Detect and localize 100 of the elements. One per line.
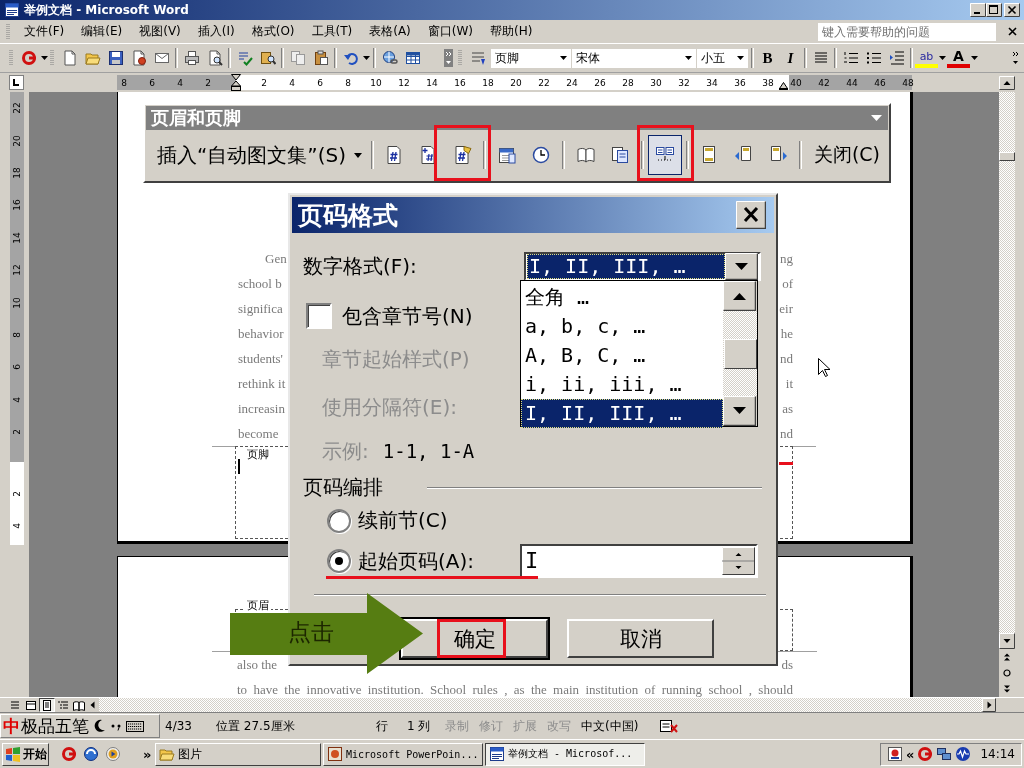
swirl-icon[interactable] [917, 746, 934, 762]
checkbox[interactable] [306, 303, 332, 329]
print-preview-icon[interactable] [206, 50, 223, 66]
number-format-list[interactable]: 全角 … a, b, c, … A, B, C, … i, ii, iii, … I, II, III, … [520, 280, 758, 427]
caret-icon[interactable] [363, 56, 370, 60]
double-up-arrow-icon[interactable] [1003, 653, 1011, 661]
radio-label[interactable]: 起始页码(A): [358, 547, 475, 575]
indent-marker-icon[interactable] [231, 74, 241, 91]
taskbar-button[interactable]: 举例文档 - Microsof... [485, 742, 645, 766]
grip-icon[interactable] [9, 49, 13, 67]
document-icon[interactable] [61, 50, 78, 66]
language-indicator[interactable]: 中文(中国) [581, 717, 659, 735]
menu-item[interactable]: 帮助(H) [482, 21, 541, 42]
caret-icon[interactable] [41, 56, 48, 60]
close-button[interactable]: 关闭(C) [805, 137, 888, 173]
grip-icon[interactable] [6, 22, 10, 41]
view-button[interactable] [23, 698, 39, 712]
expand-tray-button[interactable]: « [906, 746, 915, 762]
taskbar-button[interactable]: Microsoft PowerPoin... [323, 742, 483, 766]
indent-icon[interactable] [888, 50, 905, 66]
caret-icon[interactable] [560, 56, 567, 60]
spinner-icon[interactable] [722, 547, 755, 575]
book-search-icon[interactable] [259, 50, 276, 66]
list-item[interactable]: 全角 … [521, 283, 723, 312]
help-search-field[interactable]: 键入需要帮助的问题 [818, 22, 996, 41]
document-badge-icon[interactable] [130, 50, 147, 66]
audio-wave-icon[interactable] [955, 746, 972, 762]
more-button[interactable]: » [143, 746, 155, 762]
radio-label[interactable]: 续前节(C) [358, 507, 448, 534]
start-button[interactable]: 开始 [2, 742, 49, 766]
scrollbar-thumb[interactable] [999, 152, 1015, 161]
dialog-button[interactable]: 取消 [567, 619, 714, 658]
toolbar-options-icon[interactable] [1011, 49, 1020, 67]
list-item[interactable]: A, B, C, … [521, 341, 723, 370]
caret-icon[interactable] [685, 56, 692, 60]
menu-item[interactable]: 格式(O) [243, 21, 303, 42]
swirl-icon[interactable] [61, 746, 77, 762]
input-method-bar[interactable]: 中极品五笔 [0, 714, 160, 738]
font-dropdown[interactable]: 宋体 [572, 48, 696, 68]
scrollbar-thumb[interactable] [723, 338, 757, 369]
input-method-name[interactable]: 极品五笔 [21, 716, 89, 736]
number-format-dropdown[interactable]: I, II, III, … [524, 251, 761, 281]
menu-item[interactable]: 编辑(E) [73, 21, 131, 42]
spelling-status-icon[interactable] [659, 718, 679, 734]
font-size-dropdown[interactable]: 小五 [697, 48, 748, 68]
envelope-icon[interactable] [153, 50, 170, 66]
play-icon[interactable] [105, 746, 121, 762]
spelling-check-icon[interactable] [236, 50, 253, 66]
radio-button[interactable] [327, 549, 351, 573]
taskbar-button[interactable]: 图片 [155, 742, 321, 766]
font-color-button[interactable]: A [947, 48, 970, 68]
close-icon[interactable] [1004, 3, 1020, 17]
toolbar-button[interactable] [647, 135, 682, 175]
swirl-icon[interactable] [20, 50, 37, 66]
close-icon[interactable] [736, 201, 766, 229]
grip-icon[interactable] [458, 49, 462, 67]
printer-icon[interactable] [183, 50, 200, 66]
list-item[interactable]: a, b, c, … [521, 312, 723, 341]
list-item[interactable]: I, II, III, … [521, 399, 723, 428]
radio-button[interactable] [327, 508, 351, 533]
menu-item[interactable]: 窗口(W) [419, 21, 482, 42]
caret-icon[interactable] [971, 56, 978, 60]
tray-app-icon[interactable] [887, 746, 903, 762]
down-arrow-icon[interactable] [723, 396, 756, 426]
clipboard-icon[interactable] [312, 50, 329, 66]
network-icon[interactable] [936, 746, 953, 762]
italic-button[interactable]: I [779, 47, 802, 69]
menu-item[interactable]: 工具(T) [303, 21, 361, 42]
start-number-field[interactable]: I [520, 544, 758, 578]
dropdown-arrow-icon[interactable] [725, 252, 758, 280]
up-arrow-icon[interactable] [999, 75, 1015, 90]
grip-icon[interactable] [50, 49, 54, 67]
close-icon[interactable] [1008, 27, 1017, 36]
menu-item[interactable]: 视图(V) [131, 21, 189, 42]
indent-marker-icon[interactable] [779, 82, 788, 90]
list-item[interactable]: i, ii, iii, … [521, 370, 723, 399]
menu-item[interactable]: 表格(A) [361, 21, 419, 42]
checkbox-label[interactable]: 包含章节号(N) [342, 302, 473, 330]
circle-icon[interactable] [1003, 669, 1011, 677]
menu-item[interactable]: 插入(I) [189, 21, 243, 42]
numbered-list-icon[interactable] [842, 50, 859, 66]
caret-icon[interactable] [939, 56, 946, 60]
tab-selector-icon[interactable] [9, 75, 24, 90]
view-button[interactable] [71, 698, 87, 712]
caret-icon[interactable] [737, 56, 744, 60]
undo-icon[interactable] [342, 50, 359, 66]
view-button[interactable] [39, 698, 55, 712]
table-icon[interactable] [404, 50, 421, 66]
down-arrow-icon[interactable] [999, 633, 1015, 649]
double-down-arrow-icon[interactable] [1003, 685, 1011, 693]
scrollbar-track[interactable] [99, 698, 982, 712]
globe-icon[interactable] [83, 746, 99, 762]
highlight-button[interactable]: ab [915, 48, 938, 68]
style-dropdown[interactable]: 页脚 [491, 48, 571, 68]
autotext-menu[interactable]: 插入“自动图文集”(S) [156, 137, 371, 173]
bold-button[interactable]: B [756, 47, 779, 69]
up-arrow-icon[interactable] [723, 281, 756, 311]
dialog-button[interactable]: 确定 [401, 619, 548, 658]
styles-icon[interactable] [469, 50, 486, 66]
minimize-icon[interactable] [970, 3, 986, 17]
